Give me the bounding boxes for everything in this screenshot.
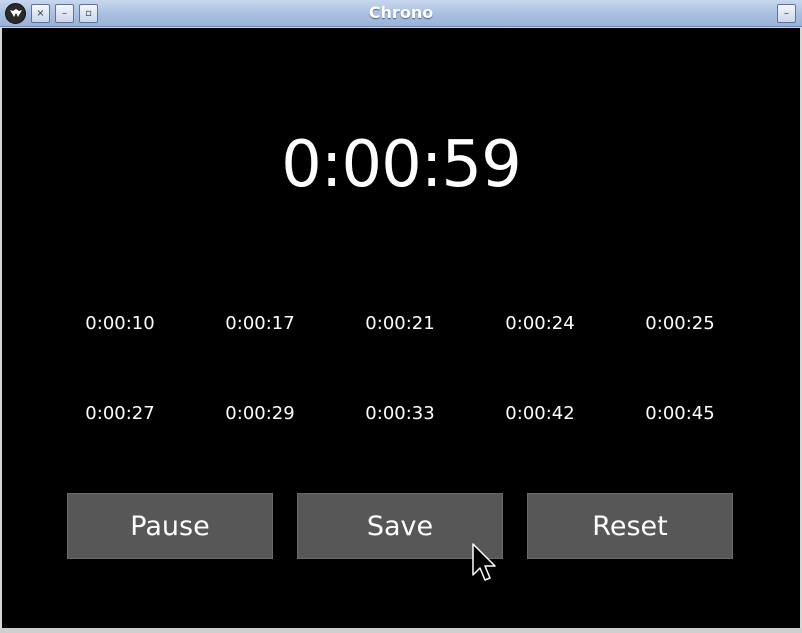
pause-button[interactable]: Pause <box>67 493 273 559</box>
mouse-cursor-icon <box>472 543 496 581</box>
title-bar[interactable]: × – ▫ Chrono – <box>0 0 802 27</box>
rollup-icon[interactable]: – <box>777 4 796 23</box>
elapsed-time-display: 0:00:59 <box>281 128 522 202</box>
lap-time: 0:00:29 <box>225 403 295 424</box>
app-window: × – ▫ Chrono – 0:00:59 0:00:10 0:00:17 0… <box>0 0 802 633</box>
lap-time: 0:00:42 <box>505 403 575 424</box>
lap-time: 0:00:21 <box>365 313 435 334</box>
stopwatch-panel: 0:00:59 0:00:10 0:00:17 0:00:21 0:00:24 … <box>2 28 800 628</box>
window-bottom-border <box>0 628 802 633</box>
lap-time: 0:00:25 <box>645 313 715 334</box>
lap-time: 0:00:17 <box>225 313 295 334</box>
window-title: Chrono <box>368 3 434 22</box>
reset-button[interactable]: Reset <box>527 493 733 559</box>
lap-time: 0:00:10 <box>85 313 155 334</box>
lap-time: 0:00:27 <box>85 403 155 424</box>
lap-time: 0:00:24 <box>505 313 575 334</box>
lap-time: 0:00:33 <box>365 403 435 424</box>
lap-time: 0:00:45 <box>645 403 715 424</box>
